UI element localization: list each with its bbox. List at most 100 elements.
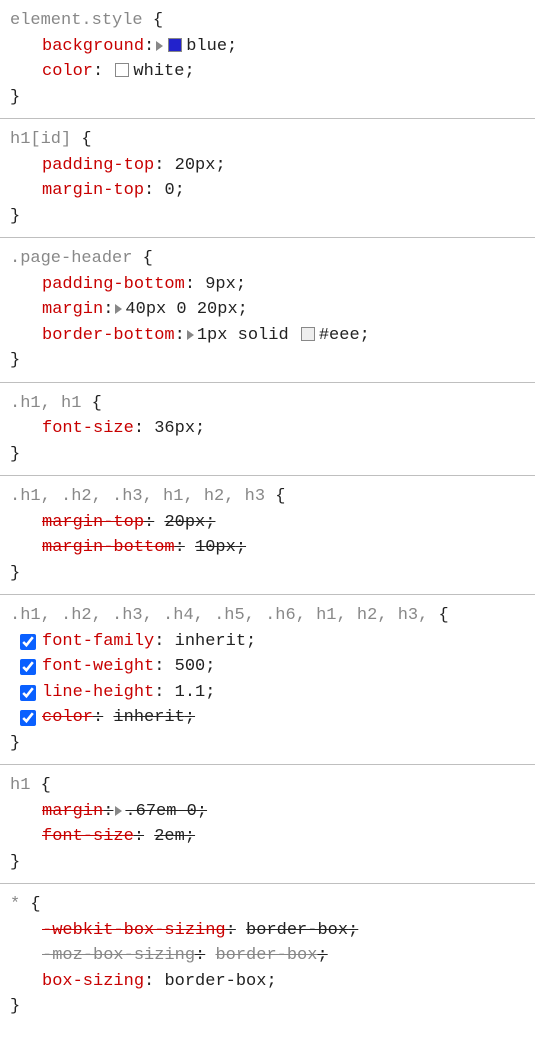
property-name[interactable]: padding-bottom xyxy=(42,275,185,294)
property-value[interactable]: 36px xyxy=(154,419,195,438)
color-swatch[interactable] xyxy=(168,38,182,52)
selector-line[interactable]: .h1, .h2, .h3, .h4, .h5, .h6, h1, h2, h3… xyxy=(10,603,525,629)
property-value[interactable]: 40px 0 20px xyxy=(125,300,237,319)
property-value[interactable]: 20px xyxy=(164,513,205,532)
property-value[interactable]: blue xyxy=(186,37,227,56)
property-value[interactable]: border-box xyxy=(164,972,266,991)
css-rule[interactable]: h1 {margin:.67em 0;font-size: 2em;} xyxy=(0,765,535,884)
selector[interactable]: * xyxy=(10,895,20,914)
css-declaration[interactable]: -webkit-box-sizing: border-box; xyxy=(10,918,525,944)
property-name[interactable]: font-weight xyxy=(42,657,154,676)
property-name[interactable]: margin-bottom xyxy=(42,538,175,557)
css-declaration[interactable]: font-weight: 500; xyxy=(10,654,525,680)
selector[interactable]: .h3 xyxy=(112,606,143,625)
css-declaration[interactable]: margin-top: 20px; xyxy=(10,510,525,536)
selector[interactable]: h1 xyxy=(163,487,183,506)
property-name[interactable]: background xyxy=(42,37,144,56)
property-value[interactable]: white xyxy=(133,62,184,81)
expand-shorthand-icon[interactable] xyxy=(156,41,163,51)
css-rule[interactable]: * {-webkit-box-sizing: border-box;-moz-b… xyxy=(0,884,535,1028)
css-rule[interactable]: .page-header {padding-bottom: 9px;margin… xyxy=(0,238,535,383)
css-declaration[interactable]: -moz-box-sizing: border-box; xyxy=(10,943,525,969)
property-name[interactable]: color xyxy=(42,708,93,727)
css-declaration[interactable]: font-family: inherit; xyxy=(10,629,525,655)
css-declaration[interactable]: color: inherit; xyxy=(10,705,525,731)
selector[interactable]: h1 xyxy=(61,394,81,413)
css-rule[interactable]: h1[id] {padding-top: 20px;margin-top: 0;… xyxy=(0,119,535,238)
selector[interactable]: .h2 xyxy=(61,606,92,625)
selector-line[interactable]: .h1, .h2, .h3, h1, h2, h3 { xyxy=(10,484,525,510)
selector[interactable]: .page-header xyxy=(10,249,132,268)
selector-line[interactable]: element.style { xyxy=(10,8,525,34)
selector-line[interactable]: h1[id] { xyxy=(10,127,525,153)
color-swatch[interactable] xyxy=(301,327,315,341)
property-name[interactable]: padding-top xyxy=(42,156,154,175)
css-declaration[interactable]: box-sizing: border-box; xyxy=(10,969,525,995)
property-value[interactable]: 1px solid xyxy=(197,326,299,345)
selector[interactable]: .h1 xyxy=(10,606,41,625)
toggle-declaration-checkbox[interactable] xyxy=(20,685,36,701)
css-declaration[interactable]: border-bottom:1px solid #eee; xyxy=(10,323,525,349)
css-declaration[interactable]: margin:40px 0 20px; xyxy=(10,297,525,323)
selector[interactable]: h1[id] xyxy=(10,130,71,149)
property-value[interactable]: 0 xyxy=(164,181,174,200)
expand-shorthand-icon[interactable] xyxy=(187,330,194,340)
selector[interactable]: .h5 xyxy=(214,606,245,625)
css-declaration[interactable]: margin-top: 0; xyxy=(10,178,525,204)
css-declaration[interactable]: padding-top: 20px; xyxy=(10,153,525,179)
selector[interactable]: .h6 xyxy=(265,606,296,625)
property-value[interactable]: 10px xyxy=(195,538,236,557)
css-declaration[interactable]: font-size: 2em; xyxy=(10,824,525,850)
selector-line[interactable]: .h1, h1 { xyxy=(10,391,525,417)
selector-line[interactable]: h1 { xyxy=(10,773,525,799)
expand-shorthand-icon[interactable] xyxy=(115,806,122,816)
property-name[interactable]: font-size xyxy=(42,419,134,438)
property-name[interactable]: box-sizing xyxy=(42,972,144,991)
css-declaration[interactable]: margin-bottom: 10px; xyxy=(10,535,525,561)
property-name[interactable]: color xyxy=(42,62,93,81)
property-value[interactable]: 2em xyxy=(154,827,185,846)
css-declaration[interactable]: background:blue; xyxy=(10,34,525,60)
property-name[interactable]: margin xyxy=(42,802,103,821)
property-name[interactable]: -moz-box-sizing xyxy=(42,946,195,965)
selector[interactable]: .h1 xyxy=(10,394,41,413)
property-value[interactable]: border-box xyxy=(215,946,317,965)
property-name[interactable]: font-size xyxy=(42,827,134,846)
property-name[interactable]: font-family xyxy=(42,632,154,651)
css-declaration[interactable]: color: white; xyxy=(10,59,525,85)
selector-line[interactable]: * { xyxy=(10,892,525,918)
property-value[interactable]: .67em 0 xyxy=(125,802,196,821)
property-value[interactable]: inherit xyxy=(113,708,184,727)
selector[interactable]: h3 xyxy=(398,606,418,625)
css-declaration[interactable]: padding-bottom: 9px; xyxy=(10,272,525,298)
color-swatch[interactable] xyxy=(115,63,129,77)
property-value[interactable]: 9px xyxy=(205,275,236,294)
property-value[interactable]: 20px xyxy=(175,156,216,175)
selector[interactable]: h3 xyxy=(245,487,265,506)
css-declaration[interactable]: margin:.67em 0; xyxy=(10,799,525,825)
toggle-declaration-checkbox[interactable] xyxy=(20,710,36,726)
css-declaration[interactable]: font-size: 36px; xyxy=(10,416,525,442)
property-name[interactable]: -webkit-box-sizing xyxy=(42,921,226,940)
selector-line[interactable]: .page-header { xyxy=(10,246,525,272)
property-value[interactable]: inherit xyxy=(175,632,246,651)
selector[interactable]: h1 xyxy=(10,776,30,795)
property-value[interactable]: border-box xyxy=(246,921,348,940)
property-name[interactable]: margin xyxy=(42,300,103,319)
property-value[interactable]: #eee xyxy=(319,326,360,345)
selector[interactable]: .h2 xyxy=(61,487,92,506)
selector[interactable]: h2 xyxy=(357,606,377,625)
toggle-declaration-checkbox[interactable] xyxy=(20,659,36,675)
selector[interactable]: h1 xyxy=(316,606,336,625)
property-name[interactable]: margin-top xyxy=(42,513,144,532)
css-rule[interactable]: element.style {background:blue;color: wh… xyxy=(0,0,535,119)
property-value[interactable]: 500 xyxy=(175,657,206,676)
property-name[interactable]: border-bottom xyxy=(42,326,175,345)
expand-shorthand-icon[interactable] xyxy=(115,304,122,314)
selector[interactable]: element.style xyxy=(10,11,143,30)
css-rule[interactable]: .h1, h1 {font-size: 36px;} xyxy=(0,383,535,477)
selector[interactable]: .h1 xyxy=(10,487,41,506)
selector[interactable]: h2 xyxy=(204,487,224,506)
property-name[interactable]: margin-top xyxy=(42,181,144,200)
css-rule[interactable]: .h1, .h2, .h3, .h4, .h5, .h6, h1, h2, h3… xyxy=(0,595,535,765)
